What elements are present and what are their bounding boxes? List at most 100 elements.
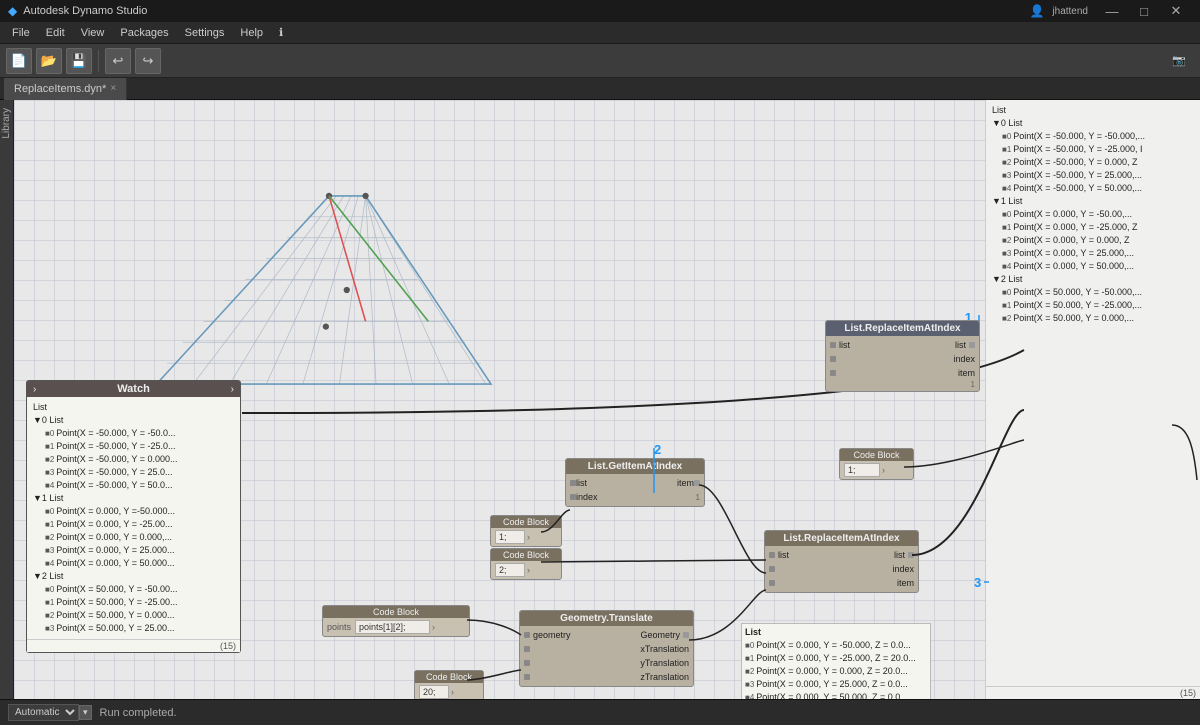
save-button[interactable]: 💾 <box>66 48 92 74</box>
watch-port-in[interactable]: › <box>33 384 36 395</box>
watch-line-10: ■0Point(X = 0.000, Y =-50.000... <box>33 505 234 518</box>
menu-edit[interactable]: Edit <box>38 25 73 41</box>
code-block-top-input[interactable] <box>844 463 880 477</box>
code-block-1-node: Code Block › <box>490 515 562 547</box>
watch-line-14: ■4Point(X = 0.000, Y = 50.000... <box>33 557 234 570</box>
titlebar-right: 👤 jhattend — □ ✕ <box>1029 0 1192 22</box>
titlebar-title: Autodesk Dynamo Studio <box>23 5 147 17</box>
watch-line-12: ■2Point(X = 0.000, Y = 0.000,... <box>33 531 234 544</box>
list-getitem-label-index: index <box>576 492 598 502</box>
list-getitem-body: list item index 1 <box>566 474 704 506</box>
watch-line-13: ■3Point(X = 0.000, Y = 25.000... <box>33 544 234 557</box>
geometry-translate-header: Geometry.Translate <box>520 611 693 626</box>
code-block-20-header: Code Block <box>415 671 483 683</box>
watch-line-04: ■4Point(X = -50.000, Y = 50.0... <box>33 479 234 492</box>
geometry-translate-label-y: yTranslation <box>640 658 689 668</box>
watch-line-00: ■0Point(X = -50.000, Y = -50.0... <box>33 427 234 440</box>
list-replace-mid-header: List.ReplaceItemAtIndex <box>765 531 918 546</box>
run-mode: Automatic Manual ▾ <box>8 704 92 721</box>
code-block-points-port-out: › <box>432 622 435 632</box>
list-getitem-port-item-out <box>694 478 700 488</box>
maximize-button[interactable]: □ <box>1128 0 1160 22</box>
status-text: Run completed. <box>100 707 177 719</box>
code-block-2-input[interactable] <box>495 563 525 577</box>
menu-help[interactable]: Help <box>232 25 271 41</box>
user-icon: 👤 <box>1029 4 1044 18</box>
output-footer: (15) <box>986 686 1200 699</box>
list-replace-mid-label-out: list <box>894 550 905 560</box>
list-popup-row-0: ■0Point(X = 0.000, Y = -50.000, Z = 0.0.… <box>745 639 927 652</box>
minimize-button[interactable]: — <box>1096 0 1128 22</box>
list-replace-top-label-list-in: list <box>839 340 850 350</box>
menu-packages[interactable]: Packages <box>112 25 176 41</box>
list-getitem-row-index: index 1 <box>566 490 704 504</box>
watch-line-2list: ▼2 List <box>33 570 234 583</box>
output-line-1list: ▼1 List <box>992 195 1194 208</box>
watch-line-01: ■1Point(X = -50.000, Y = -25.0... <box>33 440 234 453</box>
code-block-20-input[interactable] <box>419 685 449 699</box>
watch-line-1list: ▼1 List <box>33 492 234 505</box>
3d-grid-plane <box>134 175 524 405</box>
app-icon: ◆ <box>8 4 17 18</box>
menu-info[interactable]: ℹ <box>271 24 291 41</box>
output-line-21: ■1Point(X = 50.000, Y = -25.000,... <box>992 299 1194 312</box>
list-popup: List ■0Point(X = 0.000, Y = -50.000, Z =… <box>741 623 931 699</box>
open-button[interactable]: 📂 <box>36 48 62 74</box>
output-panel: List ▼0 List ■0Point(X = -50.000, Y = -5… <box>985 100 1200 699</box>
code-block-1-port-out: › <box>527 532 530 542</box>
list-popup-row-2: ■2Point(X = 0.000, Y = 0.000, Z = 20.0..… <box>745 665 927 678</box>
camera-icon: 📷 <box>1172 54 1186 67</box>
geometry-translate-row-geo: geometry Geometry <box>520 628 693 642</box>
undo-button[interactable]: ↩ <box>105 48 131 74</box>
code-block-2-node: Code Block › <box>490 548 562 580</box>
code-block-1-input[interactable] <box>495 530 525 544</box>
geometry-translate-label-out: Geometry <box>640 630 680 640</box>
code-block-2-header: Code Block <box>491 549 561 561</box>
code-block-2-body: › <box>491 561 561 579</box>
geometry-translate-label-x: xTranslation <box>640 644 689 654</box>
list-replace-top-header: List.ReplaceItemAtIndex <box>826 321 979 336</box>
list-replace-mid-node: List.ReplaceItemAtIndex list list index … <box>764 530 919 593</box>
output-line-0list: ▼0 List <box>992 117 1194 130</box>
output-line-list: List <box>992 104 1194 117</box>
output-line-04: ■4Point(X = -50.000, Y = 50.000,... <box>992 182 1194 195</box>
list-replace-mid-row-item: item <box>765 576 918 590</box>
watch-line-20: ■0Point(X = 50.000, Y = -50.00... <box>33 583 234 596</box>
code-block-top-port-out: › <box>882 465 885 475</box>
watch-line-22: ■2Point(X = 50.000, Y = 0.000... <box>33 609 234 622</box>
titlebar-left: ◆ Autodesk Dynamo Studio <box>8 4 147 18</box>
list-getitem-node: List.GetItemAtIndex list item index 1 <box>565 458 705 507</box>
list-replace-top-row-list: list list <box>826 338 979 352</box>
watch-port-out[interactable]: › <box>231 384 234 395</box>
list-replace-top-row-item: item <box>826 366 979 380</box>
run-mode-select[interactable]: Automatic Manual <box>8 704 79 721</box>
menu-file[interactable]: File <box>4 25 38 41</box>
list-popup-title: List <box>745 627 927 637</box>
watch-line-02: ■2Point(X = -50.000, Y = 0.000... <box>33 453 234 466</box>
code-block-20-node: Code Block › <box>414 670 484 699</box>
watch-line-0list: ▼0 List <box>33 414 234 427</box>
code-block-top-header: Code Block <box>840 449 913 461</box>
run-mode-arrow[interactable]: ▾ <box>79 705 92 720</box>
close-button[interactable]: ✕ <box>1160 0 1192 22</box>
list-replace-top-label-list-out: list <box>955 340 966 350</box>
code-block-top-node: Code Block › <box>839 448 914 480</box>
menu-view[interactable]: View <box>73 25 113 41</box>
tab-replaceitems[interactable]: ReplaceItems.dyn* × <box>4 78 127 100</box>
tabbar: ReplaceItems.dyn* × <box>0 78 1200 100</box>
new-button[interactable]: 📄 <box>6 48 32 74</box>
redo-button[interactable]: ↪ <box>135 48 161 74</box>
code-block-points-input[interactable] <box>355 620 430 634</box>
list-replace-mid-label-list: list <box>778 550 789 560</box>
tab-label: ReplaceItems.dyn* <box>14 83 106 95</box>
list-getitem-label-list: list <box>576 478 587 488</box>
sidebar: Library <box>0 100 14 699</box>
output-line-00: ■0Point(X = -50.000, Y = -50.000,... <box>992 130 1194 143</box>
main-area: Library ⌂ ⊞ ⊡ + − + <box>0 100 1200 699</box>
menubar: File Edit View Packages Settings Help ℹ <box>0 22 1200 44</box>
geometry-translate-body: geometry Geometry xTranslation yTranslat… <box>520 626 693 686</box>
output-line-13: ■3Point(X = 0.000, Y = 25.000,... <box>992 247 1194 260</box>
menu-settings[interactable]: Settings <box>177 25 233 41</box>
tab-close-button[interactable]: × <box>110 83 116 94</box>
canvas[interactable]: ⌂ ⊞ ⊡ + − + <box>14 100 1200 699</box>
